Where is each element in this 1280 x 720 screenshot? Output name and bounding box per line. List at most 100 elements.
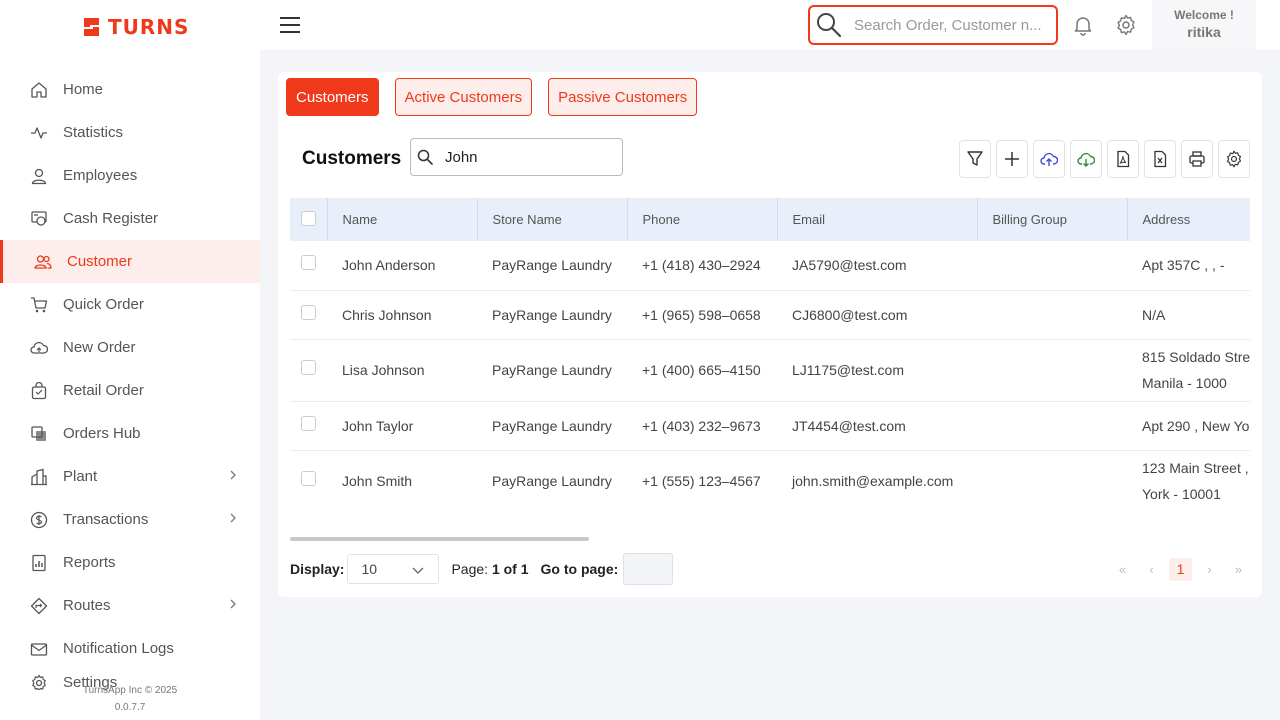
table-row[interactable]: Lisa Johnson PayRange Laundry +1 (400) 665…: [290, 339, 1250, 402]
row-checkbox[interactable]: [301, 255, 316, 271]
sidebar-item-routes[interactable]: Routes: [0, 584, 260, 627]
goto-page-input[interactable]: [623, 553, 674, 585]
brand-logo[interactable]: TURNS: [82, 14, 189, 40]
export-button[interactable]: [1070, 140, 1102, 178]
customer-search[interactable]: [410, 138, 623, 176]
export-excel-button[interactable]: [1144, 140, 1176, 178]
cell-email: CJ6800@test.com: [777, 290, 977, 340]
tab-active-customers[interactable]: Active Customers: [394, 78, 533, 116]
chevron-right-icon[interactable]: [228, 470, 238, 480]
address-line-1: 123 Main Street , N: [1142, 460, 1250, 476]
select-all-checkbox[interactable]: [301, 210, 316, 226]
table-settings-button[interactable]: [1218, 140, 1250, 178]
sidebar-item-cash-register[interactable]: Cash Register: [0, 197, 260, 240]
chevron-right-icon[interactable]: [228, 513, 238, 523]
row-select-cell: [290, 339, 327, 402]
row-select-cell: [290, 290, 327, 340]
cell-phone: +1 (965) 598–0658: [627, 290, 777, 340]
current-page-button[interactable]: 1: [1169, 557, 1192, 581]
sidebar-item-quick-order[interactable]: Quick Order: [0, 283, 260, 326]
footer-company: TurnsApp Inc © 2025: [82, 685, 178, 696]
cart-icon: [30, 296, 48, 314]
prev-page-icon[interactable]: ‹: [1140, 558, 1163, 581]
username: ritika: [1187, 24, 1221, 40]
sidebar-item-home[interactable]: Home: [0, 68, 260, 111]
route-icon: [30, 597, 48, 615]
tab-customers[interactable]: Customers: [286, 78, 379, 116]
sidebar-item-retail-order[interactable]: Retail Order: [0, 369, 260, 412]
home-icon: [30, 81, 48, 99]
sidebar: TURNS Home Statistics Employees Cash Regist…: [0, 0, 260, 720]
sidebar-item-label: Home: [63, 81, 104, 98]
address-line-1: Apt 290 , New Yor: [1142, 417, 1250, 434]
last-page-icon[interactable]: »: [1227, 558, 1250, 581]
chevron-right-icon[interactable]: [228, 599, 238, 609]
mail-icon: [30, 640, 48, 658]
cloud-icon: [30, 339, 48, 357]
address-line-1: N/A: [1142, 306, 1166, 323]
report-icon: [30, 554, 48, 572]
header-name[interactable]: Name: [327, 198, 478, 241]
header-store-name[interactable]: Store Name: [477, 198, 628, 241]
table-row[interactable]: John Taylor PayRange Laundry +1 (403) 232–…: [290, 401, 1250, 451]
chevron-down-icon: [413, 567, 424, 574]
cell-billing-group: [977, 339, 1127, 402]
sidebar-item-reports[interactable]: Reports: [0, 541, 260, 584]
table-row[interactable]: Chris Johnson PayRange Laundry +1 (965) 59…: [290, 290, 1250, 340]
top-header: Welcome ! ritika: [260, 0, 1280, 50]
customers-table-wrapper[interactable]: Name Store Name Phone Email Billing Grou…: [290, 198, 1250, 512]
header-email[interactable]: Email: [777, 198, 978, 241]
table-row[interactable]: John Anderson PayRange Laundry +1 (418) 43…: [290, 241, 1250, 291]
sidebar-item-customer[interactable]: Customer: [0, 240, 260, 283]
horizontal-scrollbar[interactable]: [290, 537, 589, 541]
cell-email: LJ1175@test.com: [777, 339, 977, 402]
cash-register-icon: [30, 210, 48, 228]
sidebar-item-new-order[interactable]: New Order: [0, 326, 260, 369]
tab-passive-customers[interactable]: Passive Customers: [548, 78, 698, 116]
activity-icon: [30, 124, 48, 142]
row-checkbox[interactable]: [301, 471, 316, 486]
page-label: Page:: [451, 561, 489, 577]
sidebar-item-notification-logs[interactable]: Notification Logs: [0, 627, 260, 670]
sidebar-item-label: Retail Order: [63, 382, 144, 399]
sidebar-item-label: Reports: [63, 554, 116, 571]
brand-name: TURNS: [108, 15, 190, 39]
bag-icon: [30, 381, 48, 400]
header-address[interactable]: Address: [1127, 198, 1250, 241]
customer-search-input[interactable]: [445, 148, 615, 166]
export-pdf-button[interactable]: [1107, 140, 1139, 178]
first-page-icon[interactable]: «: [1111, 558, 1134, 581]
gear-icon: [1226, 150, 1242, 168]
global-search-input[interactable]: [854, 16, 1044, 34]
filter-button[interactable]: [959, 140, 991, 178]
table-row[interactable]: John Smith PayRange Laundry +1 (555) 123–4…: [290, 450, 1250, 512]
sidebar-item-label: Transactions: [63, 511, 149, 528]
settings-gear-icon[interactable]: [1115, 14, 1137, 36]
page-size-select[interactable]: 10: [347, 554, 440, 584]
global-search[interactable]: [808, 5, 1058, 45]
sidebar-item-transactions[interactable]: Transactions: [0, 498, 260, 541]
sidebar-item-employees[interactable]: Employees: [0, 154, 260, 197]
menu-toggle-icon[interactable]: [280, 17, 300, 33]
header-phone[interactable]: Phone: [627, 198, 778, 241]
row-checkbox[interactable]: [301, 415, 316, 431]
sidebar-item-statistics[interactable]: Statistics: [0, 111, 260, 154]
address-line-1: 815 Soldado Stree: [1142, 349, 1250, 365]
user-welcome[interactable]: Welcome ! ritika: [1152, 0, 1256, 50]
bell-icon[interactable]: [1072, 14, 1094, 36]
next-page-icon[interactable]: ›: [1198, 558, 1221, 581]
import-button[interactable]: [1033, 140, 1065, 178]
print-button[interactable]: [1181, 140, 1213, 178]
sidebar-item-orders-hub[interactable]: Orders Hub: [0, 412, 260, 455]
add-customer-button[interactable]: [996, 140, 1028, 178]
cell-email: JA5790@test.com: [777, 241, 977, 291]
page-value: 1 of 1: [491, 561, 529, 577]
row-checkbox[interactable]: [301, 360, 316, 375]
sidebar-nav: Home Statistics Employees Cash Register Cust…: [0, 68, 260, 690]
cell-billing-group: [977, 241, 1127, 291]
cell-email: JT4454@test.com: [777, 401, 977, 451]
header-billing-group[interactable]: Billing Group: [977, 198, 1128, 241]
sidebar-item-plant[interactable]: Plant: [0, 455, 260, 498]
row-checkbox[interactable]: [301, 304, 316, 320]
cell-store-name: PayRange Laundry: [477, 450, 627, 512]
